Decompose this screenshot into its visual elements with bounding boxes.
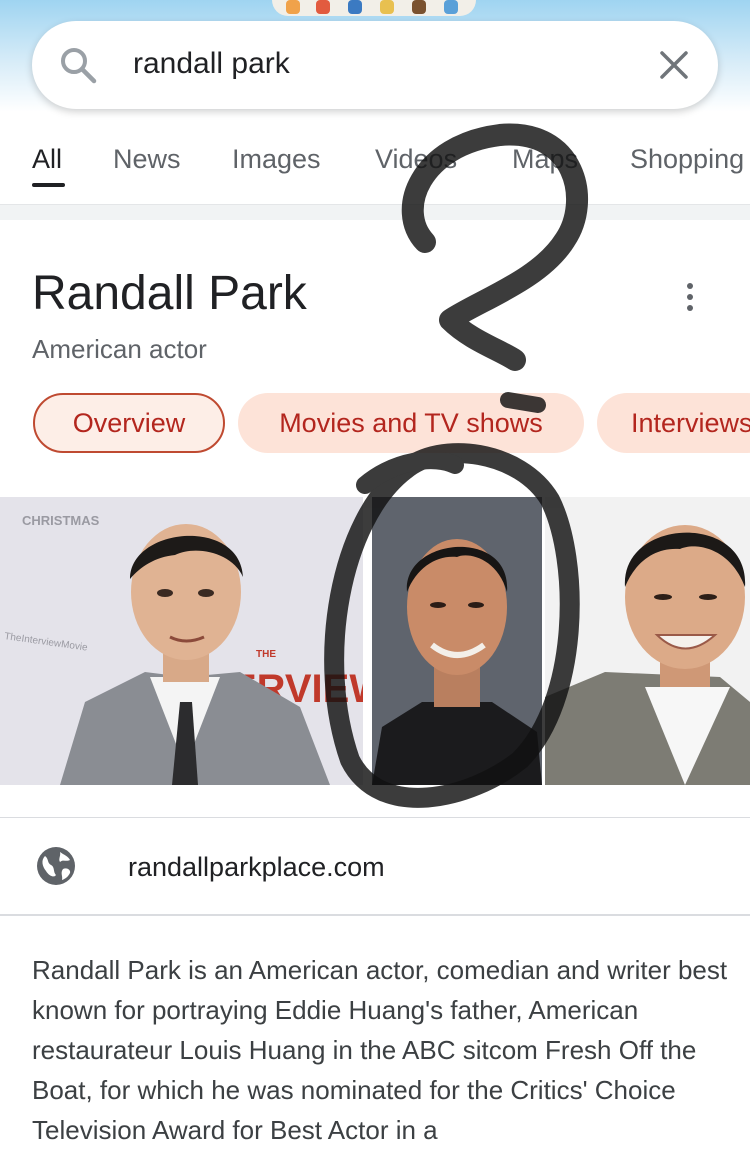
more-vert-icon[interactable] [680,280,700,314]
chip-interviews[interactable]: Interviews [597,393,750,453]
search-bar[interactable]: randall park [32,21,718,109]
poster-text-top: CHRISTMAS [22,513,100,528]
active-tab-indicator [32,183,65,187]
entity-description: Randall Park is an American actor, comed… [32,955,728,1145]
image-carousel[interactable]: CHRISTMAS TheInterviewMovie THE ERVIEW [0,497,750,785]
chip-movies-and-tv-shows[interactable]: Movies and TV shows [238,393,584,453]
tab-videos[interactable]: Videos [375,144,457,175]
page-title: Randall Park [32,267,307,320]
tab-all[interactable]: All [32,144,62,175]
globe-icon [37,847,75,885]
website-link[interactable]: randallparkplace.com [128,852,385,883]
entity-subtitle: American actor [32,334,207,364]
chip-overview[interactable]: Overview [33,393,225,453]
tab-shopping[interactable]: Shopping [630,144,744,175]
photo-randall-park-smiling[interactable] [545,497,750,785]
website-row[interactable]: randallparkplace.com [0,820,750,914]
close-icon[interactable] [656,47,692,83]
search-input[interactable]: randall park [133,47,290,81]
tab-images[interactable]: Images [232,144,321,175]
poster-text-small: THE [256,649,276,660]
tabs-divider [0,204,750,220]
search-icon[interactable] [58,45,98,85]
tab-news[interactable]: News [113,144,181,175]
carousel-divider [0,817,750,818]
website-divider [0,914,750,916]
photo-randall-park-premiere[interactable]: CHRISTMAS TheInterviewMovie THE ERVIEW [0,497,363,785]
photo-daniel-dae-kim[interactable] [372,497,542,785]
tab-maps[interactable]: Maps [512,144,578,175]
search-tabs: All News Images Videos Maps Shopping [0,140,750,200]
doodle-banner[interactable] [272,0,476,16]
